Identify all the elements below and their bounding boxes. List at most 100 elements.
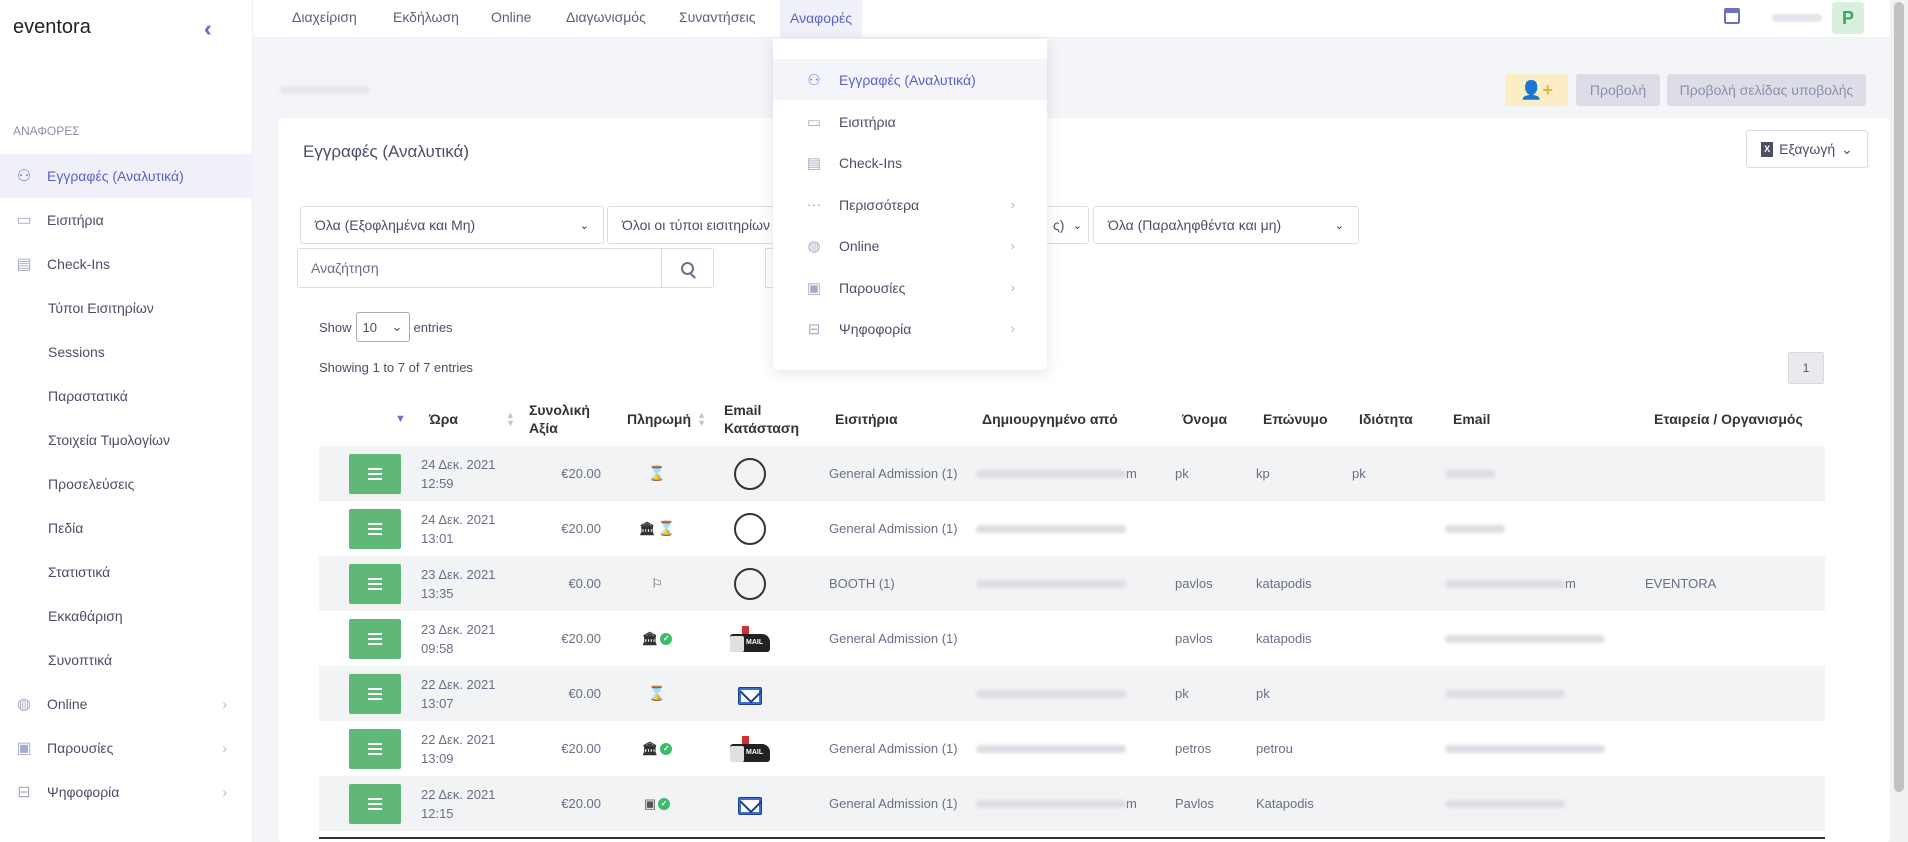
search-input[interactable]: Αναζήτηση <box>311 260 379 276</box>
sidebar-item-presence[interactable]: ▣ Παρουσίες › <box>0 726 253 770</box>
registration-hour: 12:15 <box>421 805 454 821</box>
tab-reports[interactable]: Αναφορές <box>780 0 862 38</box>
first-name: pavlos <box>1175 576 1213 591</box>
tab-online[interactable]: Online <box>491 9 531 25</box>
amount: €20.00 <box>561 466 601 481</box>
sidebar-item-tickets[interactable]: ▭ Εισιτήρια <box>0 198 253 242</box>
clipboard-icon: ▤ <box>806 154 822 172</box>
sidebar-item-billing-info[interactable]: Στοιχεία Τιμολογίων <box>0 418 253 462</box>
showing-info: Showing 1 to 7 of 7 entries <box>319 360 473 375</box>
payment-filter-select[interactable]: Όλα (Εξοφλημένα και Μη) ⌄ <box>300 206 604 244</box>
received-filter-select[interactable]: Όλα (Παραληφθέντα και μη) ⌄ <box>1093 206 1359 244</box>
column-company[interactable]: Εταιρεία / Οργανισμός <box>1654 388 1803 450</box>
column-tickets[interactable]: Εισιτήρια <box>835 388 898 450</box>
preview-button[interactable]: Προβολή <box>1576 74 1660 106</box>
search-button[interactable] <box>661 249 713 287</box>
bank-icon: 🏛 <box>641 740 659 756</box>
sidebar-item-label: Sessions <box>48 344 105 360</box>
double-chevron-left-icon[interactable]: ‹‹ <box>204 16 209 42</box>
dropdown-item-presence[interactable]: ▣ Παρουσίες › <box>773 267 1047 308</box>
table-row: 22 Δεκ. 2021 13:07 €0.00 ⌛ pk pk <box>319 666 1825 721</box>
dropdown-item-checkins[interactable]: ▤ Check-Ins <box>773 142 1047 183</box>
column-email[interactable]: Email <box>1453 388 1490 450</box>
sidebar-item-statistics[interactable]: Στατιστικά <box>0 550 253 594</box>
third-filter-select[interactable]: ς) ⌄ <box>1047 206 1089 244</box>
bank-icon: 🏛 <box>641 630 659 646</box>
column-email-status-line2: Κατάσταση <box>724 420 800 436</box>
tickets: General Admission (1) <box>829 466 958 481</box>
first-name: Pavlos <box>1175 796 1215 811</box>
preview-submit-page-button[interactable]: Προβολή σελίδας υποβολής <box>1667 74 1866 106</box>
add-user-button[interactable]: 👤+ <box>1505 74 1568 106</box>
sidebar-item-clearing[interactable]: Εκκαθάριση <box>0 594 253 638</box>
dropdown-item-online[interactable]: ◍ Online › <box>773 225 1047 266</box>
sidebar-item-summary[interactable]: Συνοπτικά <box>0 638 253 682</box>
sidebar-item-attendance[interactable]: Προσελεύσεις <box>0 462 253 506</box>
select-column-sort[interactable]: ▼ <box>395 388 406 450</box>
tab-meetings[interactable]: Συναντήσεις <box>679 9 755 25</box>
row-menu-button[interactable] <box>349 453 401 494</box>
breadcrumb <box>280 86 370 94</box>
column-total[interactable]: Συνολική Αξία <box>529 388 590 450</box>
check-circle-icon: ✓ <box>658 797 671 810</box>
created-by <box>976 721 1126 776</box>
email-status <box>724 501 776 556</box>
column-first-name[interactable]: Όνομα <box>1182 388 1227 450</box>
table-bottom-border <box>319 837 1825 839</box>
calendar-icon[interactable] <box>1724 8 1740 24</box>
column-email-status[interactable]: Email Κατάσταση <box>724 388 799 450</box>
sidebar-item-registrations[interactable]: ⚇ Εγγραφές (Αναλυτικά) <box>0 154 253 198</box>
page-button[interactable]: 1 <box>1788 352 1824 384</box>
row-menu-button[interactable] <box>349 673 401 714</box>
chevron-right-icon: › <box>1010 280 1015 295</box>
tab-event[interactable]: Εκδήλωση <box>393 9 459 25</box>
scrollbar-thumb[interactable] <box>1894 2 1904 792</box>
app-logo[interactable]: eventora <box>13 16 91 39</box>
sidebar-item-checkins[interactable]: ▤ Check-Ins <box>0 242 253 286</box>
column-last-name[interactable]: Επώνυμο <box>1263 388 1328 450</box>
sidebar-item-online[interactable]: ◍ Online › <box>0 682 253 726</box>
column-payment[interactable]: Πληρωμή ▲ ▼ <box>627 388 706 450</box>
sidebar-item-voting[interactable]: ⊟ Ψηφοφορία › <box>0 770 253 814</box>
ticket-type-filter-select[interactable]: Όλοι οι τύποι εισιτηρίων <box>607 206 787 244</box>
row-menu-button[interactable] <box>349 618 401 659</box>
email <box>1445 776 1565 831</box>
sidebar-item-ticket-types[interactable]: Τύποι Εισιτηρίων <box>0 286 253 330</box>
dropdown-item-label: Check-Ins <box>839 154 903 171</box>
user-name[interactable] <box>1772 14 1822 22</box>
row-menu-button[interactable] <box>349 508 401 549</box>
row-menu-button[interactable] <box>349 728 401 769</box>
envelope-icon <box>738 681 762 707</box>
column-time[interactable]: Ώρα ▲ ▼ <box>429 388 515 450</box>
row-menu-button[interactable] <box>349 783 401 824</box>
dropdown-item-tickets[interactable]: ▭ Εισιτήρια <box>773 101 1047 142</box>
tab-management[interactable]: Διαχείριση <box>292 9 357 25</box>
payment-status: ⚐ <box>637 556 677 611</box>
sort-icon: ▲ ▼ <box>697 410 706 428</box>
export-button[interactable]: X Εξαγωγή ⌄ <box>1746 130 1868 168</box>
check-circle-icon: ✓ <box>660 632 673 645</box>
badge-icon: ▣ <box>806 279 822 297</box>
received-filter-value: Όλα (Παραληφθέντα και μη) <box>1108 217 1282 233</box>
sidebar-item-label: Πεδία <box>48 520 84 536</box>
table-header: ▼ Ώρα ▲ ▼ Συνολική Αξία Πληρωμή ▲ ▼ Email Κατά… <box>319 388 1825 450</box>
tickets: General Admission (1) <box>829 741 958 756</box>
sidebar-item-invoices[interactable]: Παραστατικά <box>0 374 253 418</box>
tab-contest[interactable]: Διαγωνισμός <box>566 9 646 25</box>
page-scrollbar[interactable] <box>1890 0 1908 842</box>
column-created-by[interactable]: Δημιουργημένο από <box>982 388 1118 450</box>
avatar[interactable]: P <box>1832 2 1864 34</box>
dropdown-item-more[interactable]: ··· Περισσότερα › <box>773 184 1047 225</box>
column-email-status-line1: Email <box>724 402 762 418</box>
dropdown-item-registrations[interactable]: ⚇ Εγγραφές (Αναλυτικά) <box>773 59 1047 100</box>
created-by <box>976 666 1126 721</box>
sidebar-item-fields[interactable]: Πεδία <box>0 506 253 550</box>
page-length-select[interactable]: 10 ⌄ <box>355 312 410 342</box>
row-menu-button[interactable] <box>349 563 401 604</box>
chevron-right-icon: › <box>222 740 227 756</box>
column-time-label: Ώρα <box>429 411 458 427</box>
dropdown-item-voting[interactable]: ⊟ Ψηφοφορία › <box>773 308 1047 349</box>
sidebar-item-sessions[interactable]: Sessions <box>0 330 253 374</box>
column-property[interactable]: Ιδιότητα <box>1359 388 1413 450</box>
registration-date: 22 Δεκ. 2021 <box>421 786 496 802</box>
